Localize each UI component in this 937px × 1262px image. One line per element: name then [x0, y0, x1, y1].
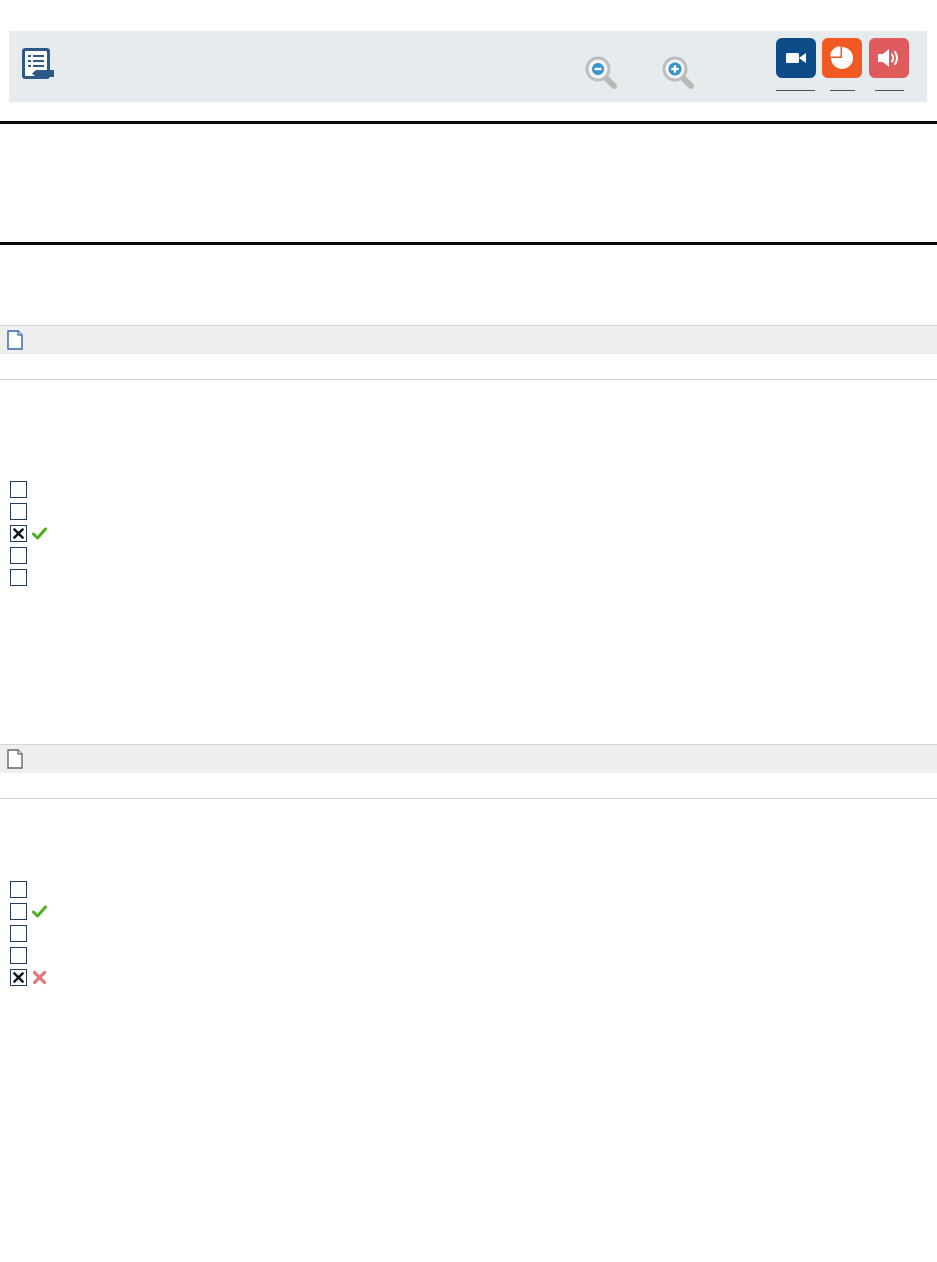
video-camera-icon: [786, 53, 806, 63]
answer-option: [10, 923, 27, 943]
header-top-rule: [0, 121, 937, 124]
answer-option: [10, 545, 27, 565]
cross-mark-icon: [32, 970, 47, 984]
page: [0, 0, 937, 1262]
page-icon: [7, 330, 23, 350]
checkbox-unchecked[interactable]: [10, 902, 27, 920]
answer-option: [10, 967, 47, 987]
chart-button-underline: [830, 90, 855, 91]
checkbox-unchecked[interactable]: [10, 924, 27, 942]
table-of-contents-icon: [22, 48, 54, 79]
zoom-in-button[interactable]: [661, 55, 697, 91]
answer-option: [10, 523, 47, 543]
checkbox-unchecked[interactable]: [10, 480, 27, 498]
x-mark-icon: [13, 971, 24, 983]
checkmark-icon: [32, 527, 47, 539]
answer-option: [10, 879, 27, 899]
header-bottom-rule: [0, 242, 937, 245]
answer-option: [10, 501, 27, 521]
video-button[interactable]: [776, 38, 816, 78]
x-mark-icon: [13, 527, 24, 539]
chart-button[interactable]: [822, 38, 862, 78]
pie-chart-icon: [830, 46, 853, 69]
question-header-bar: [0, 325, 937, 354]
checkbox-checked[interactable]: [10, 968, 27, 986]
toolbar: [9, 31, 927, 102]
speaker-icon: [878, 49, 898, 67]
answer-option: [10, 945, 27, 965]
page-icon: [7, 749, 23, 769]
audio-button[interactable]: [869, 38, 909, 78]
checkbox-unchecked[interactable]: [10, 880, 27, 898]
question-header-bar: [0, 744, 937, 773]
table-of-contents-button[interactable]: [20, 46, 56, 82]
zoom-out-button[interactable]: [584, 55, 620, 91]
audio-button-underline: [875, 90, 904, 91]
question-divider: [0, 798, 937, 799]
zoom-out-icon: [585, 56, 617, 89]
answer-option: [10, 567, 27, 587]
checkbox-unchecked[interactable]: [10, 546, 27, 564]
answer-option: [10, 901, 47, 921]
checkbox-unchecked[interactable]: [10, 568, 27, 586]
checkbox-checked[interactable]: [10, 524, 27, 542]
answer-option: [10, 479, 27, 499]
checkbox-unchecked[interactable]: [10, 946, 27, 964]
checkbox-unchecked[interactable]: [10, 502, 27, 520]
video-button-underline: [776, 90, 815, 91]
question-divider: [0, 379, 937, 380]
zoom-in-icon: [662, 56, 694, 89]
checkmark-icon: [32, 905, 47, 917]
